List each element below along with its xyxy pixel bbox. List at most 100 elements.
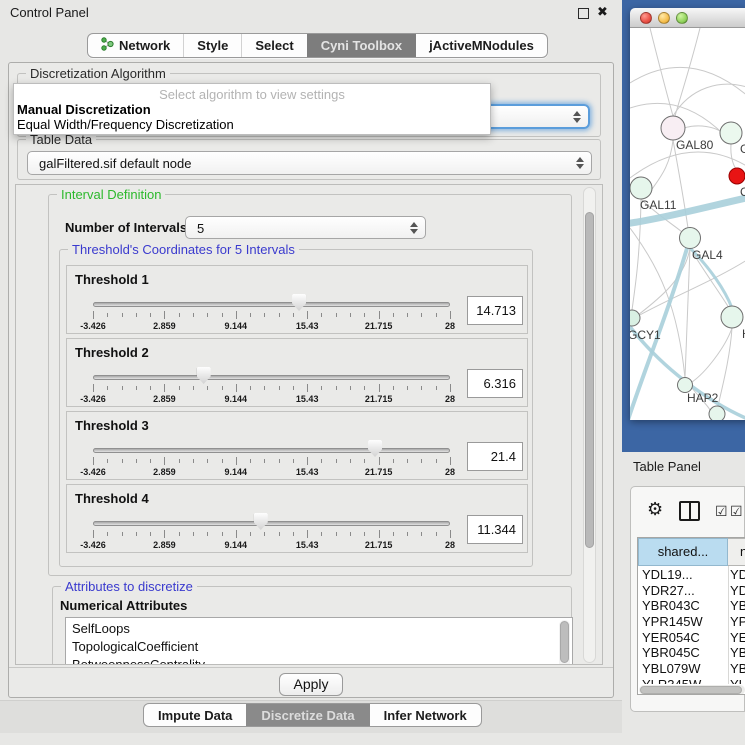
- network-node[interactable]: [720, 122, 742, 144]
- tick-mark: [307, 530, 308, 538]
- slider-thumb[interactable]: [368, 440, 382, 457]
- network-window-titlebar[interactable]: [630, 8, 745, 28]
- slider-thumb[interactable]: [197, 367, 211, 384]
- node-label: GAL11: [640, 198, 677, 212]
- tick-mark: [436, 459, 437, 463]
- tick-mark: [250, 459, 251, 463]
- dropdown-option-equal-width-frequency[interactable]: Equal Width/Frequency Discretization: [17, 117, 234, 132]
- network-edge[interactable]: [650, 140, 673, 192]
- network-edge[interactable]: [718, 328, 732, 406]
- tick-mark: [407, 313, 408, 317]
- tick-mark: [222, 313, 223, 317]
- network-edge[interactable]: [731, 144, 736, 169]
- slider-thumb[interactable]: [292, 294, 306, 311]
- network-edge[interactable]: [675, 28, 700, 116]
- tick-label: 2.859: [153, 540, 176, 550]
- tick-label: -3.426: [80, 540, 106, 550]
- tab-discretize-data[interactable]: Discretize Data: [246, 704, 368, 726]
- network-node-gal11[interactable]: [630, 177, 652, 199]
- tick-mark: [179, 386, 180, 390]
- slider-track[interactable]: [93, 375, 450, 380]
- list-item[interactable]: SelfLoops: [72, 620, 572, 638]
- tab-jactivemnodules[interactable]: jActiveMNodules: [415, 34, 547, 57]
- slider-track[interactable]: [93, 448, 450, 453]
- group-title: Threshold's Coordinates for 5 Intervals: [68, 242, 299, 257]
- tick-label: 28: [445, 394, 455, 404]
- list-item[interactable]: TopologicalCoefficient: [72, 638, 572, 656]
- tick-mark: [107, 459, 108, 463]
- checkbox-icon[interactable]: ☑: [715, 503, 728, 520]
- network-canvas[interactable]: GAL80GACGAL11GAL4GCY1HHAP2: [630, 28, 745, 420]
- network-edge[interactable]: [692, 328, 732, 382]
- threshold-value-field[interactable]: 6.316: [467, 369, 523, 398]
- apply-button[interactable]: Apply: [279, 673, 343, 696]
- threshold-value-field[interactable]: 14.713: [467, 296, 523, 325]
- gear-icon[interactable]: ⚙: [647, 499, 663, 520]
- network-edge[interactable]: [673, 84, 745, 116]
- tick-mark: [136, 386, 137, 390]
- tab-select[interactable]: Select: [241, 34, 306, 57]
- slider-thumb[interactable]: [254, 513, 268, 530]
- numerical-attributes-list[interactable]: SelfLoopsTopologicalCoefficientBetweenne…: [65, 617, 573, 665]
- network-node[interactable]: [721, 306, 743, 328]
- control-panel-tabs: Network Style Select Cyni Toolbox jActiv…: [87, 33, 548, 58]
- zoom-traffic-light[interactable]: [676, 12, 688, 24]
- tick-mark: [307, 311, 308, 319]
- scrollbar-thumb[interactable]: [585, 212, 594, 548]
- tick-mark: [293, 313, 294, 317]
- vertical-scrollbar[interactable]: [583, 187, 596, 663]
- network-edge[interactable]: [685, 248, 690, 378]
- column-header-shared-name[interactable]: shared...: [638, 538, 728, 566]
- cell-shared-name: YBR043C: [642, 598, 700, 613]
- spinner-value: 5: [197, 221, 204, 236]
- column-header-name[interactable]: n: [728, 538, 745, 566]
- network-node[interactable]: [729, 168, 745, 184]
- tick-label: 28: [445, 467, 455, 477]
- table-data-combobox[interactable]: galFiltered.sif default node: [27, 151, 592, 175]
- network-node[interactable]: [709, 406, 725, 420]
- dropdown-option-manual-discretization[interactable]: Manual Discretization: [17, 102, 151, 117]
- threshold-3-block: Threshold 3 -3.426 2.859 9.144 15.43: [66, 411, 528, 480]
- tab-style[interactable]: Style: [183, 34, 241, 57]
- scrollbar-thumb[interactable]: [560, 621, 569, 663]
- tick-mark: [450, 384, 451, 392]
- tab-cyni-toolbox[interactable]: Cyni Toolbox: [307, 34, 415, 57]
- cell-name: YDL1: [730, 567, 745, 582]
- list-item[interactable]: BetweennessCentrality: [72, 656, 572, 665]
- horizontal-scrollbar[interactable]: [639, 685, 745, 695]
- close-traffic-light[interactable]: [640, 12, 652, 24]
- combo-arrows-icon: [573, 111, 581, 123]
- slider-track[interactable]: [93, 302, 450, 307]
- network-node-gal80[interactable]: [661, 116, 685, 140]
- tick-mark: [407, 386, 408, 390]
- close-icon[interactable]: ✖: [597, 4, 608, 20]
- float-window-icon[interactable]: [578, 8, 589, 19]
- tick-mark: [193, 313, 194, 317]
- network-edge[interactable]: [632, 199, 641, 310]
- list-scrollbar[interactable]: [559, 620, 570, 665]
- columns-icon[interactable]: [679, 501, 700, 521]
- tick-mark: [421, 459, 422, 463]
- tab-infer-network[interactable]: Infer Network: [369, 704, 481, 726]
- threshold-value-field[interactable]: 21.4: [467, 442, 523, 471]
- scrollbar-thumb[interactable]: [640, 686, 742, 694]
- column-divider: [728, 566, 729, 684]
- minimize-traffic-light[interactable]: [658, 12, 670, 24]
- network-node-gal4[interactable]: [680, 228, 701, 249]
- tab-network[interactable]: Network: [88, 34, 183, 57]
- checkbox-icon[interactable]: ☑: [730, 503, 743, 520]
- tick-mark: [421, 386, 422, 390]
- number-of-intervals-spinner[interactable]: 5: [185, 216, 426, 239]
- threshold-value-field[interactable]: 11.344: [467, 515, 523, 544]
- tick-label: 9.144: [225, 467, 248, 477]
- network-node-gcy1[interactable]: [630, 310, 640, 326]
- slider-track[interactable]: [93, 521, 450, 526]
- tab-impute-data[interactable]: Impute Data: [144, 704, 246, 726]
- tick-mark: [293, 459, 294, 463]
- slider-ticks: [93, 530, 450, 539]
- tick-label: 15.43: [296, 321, 319, 331]
- tick-mark: [264, 386, 265, 390]
- network-edge[interactable]: [630, 152, 745, 178]
- tick-mark: [393, 459, 394, 463]
- tick-mark: [250, 386, 251, 390]
